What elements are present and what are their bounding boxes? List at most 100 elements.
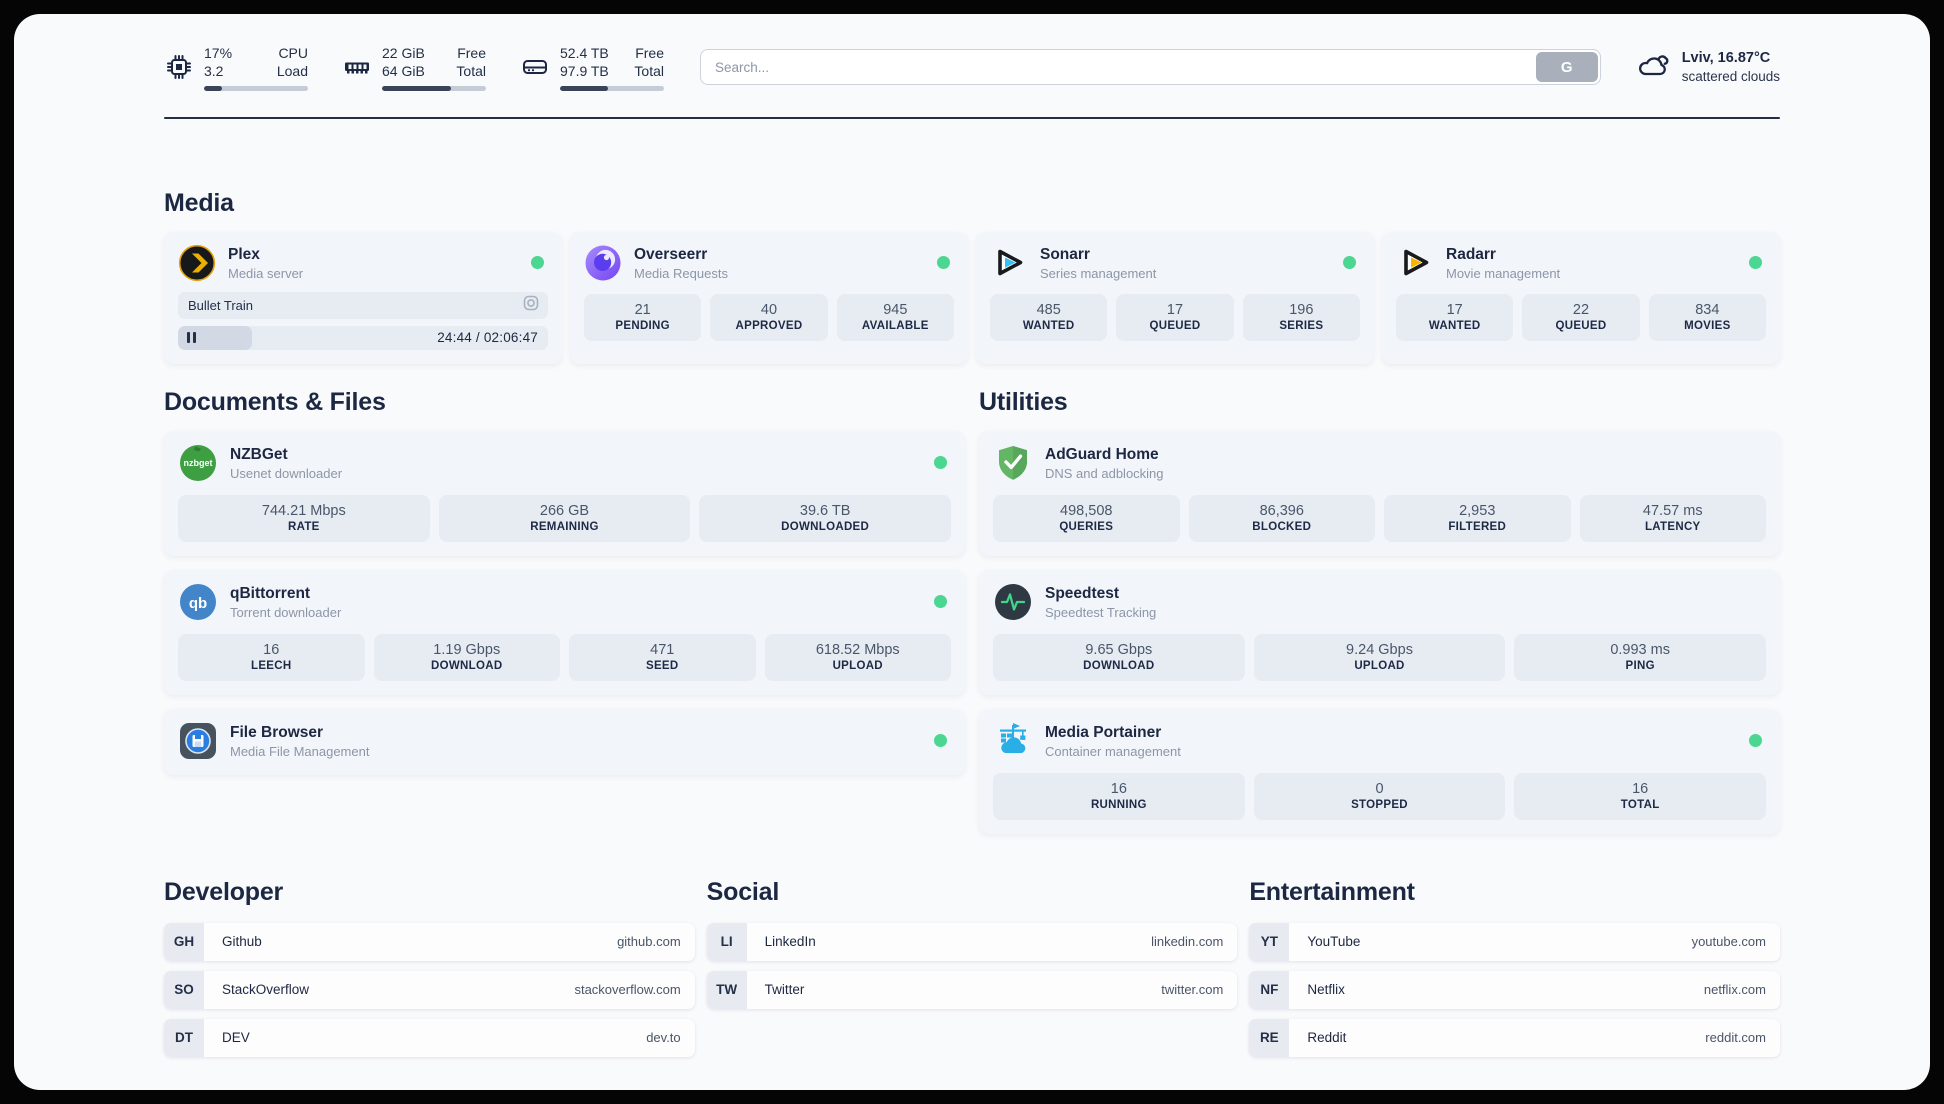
dashboard-panel: 17% 3.2 CPU Load 22 GiB 64 GiB Free Tota… (14, 14, 1930, 1090)
bookmark-name: Netflix (1307, 982, 1345, 998)
app-title: Radarr (1446, 246, 1496, 264)
app-card-qbittorrent[interactable]: qb qBittorrent Torrent downloader 16 LEEC… (164, 569, 965, 695)
bookmark-name: Twitter (764, 982, 805, 998)
stat-filtered: 2,953 FILTERED (1384, 494, 1571, 542)
bookmark-url: twitter.com (1161, 982, 1224, 998)
app-card-speedtest[interactable]: Speedtest Speedtest Tracking 9.65 Gbps DO… (979, 569, 1780, 695)
stat-wanted: 17 WANTED (1396, 293, 1514, 341)
bookmark-name: LinkedIn (764, 934, 816, 950)
stat-queued: 22 QUEUED (1522, 293, 1640, 341)
cpu-icon (164, 52, 194, 82)
bookmark-initials: NF (1249, 970, 1290, 1009)
search-bar: G (700, 49, 1601, 86)
now-playing-title: Bullet Train (188, 297, 254, 313)
portainer-icon (993, 721, 1033, 761)
cpu-stat: 17% 3.2 CPU Load (164, 44, 308, 91)
disk-free-value: 52.4 TB (560, 45, 609, 61)
app-subtitle: Speedtest Tracking (1045, 604, 1157, 620)
status-dot (934, 734, 947, 748)
section-title-documents: Documents & Files (164, 387, 386, 416)
app-card-portainer[interactable]: Media Portainer Container management 16 R… (979, 708, 1780, 834)
bookmark-initials: RE (1249, 1018, 1290, 1057)
app-subtitle: Media server (228, 265, 304, 281)
playback-progress-bar[interactable]: 24:44 / 02:06:47 (178, 325, 548, 350)
stat-leech: 16 LEECH (178, 633, 365, 681)
bookmark-initials: GH (164, 922, 204, 961)
app-card-adguard[interactable]: AdGuard Home DNS and adblocking 498,508 Q… (979, 430, 1780, 556)
search-input[interactable] (700, 49, 1601, 86)
now-playing-session-icon[interactable] (523, 295, 539, 316)
stat-queries: 498,508 QUERIES (993, 494, 1180, 542)
bookmark-name: YouTube (1307, 934, 1361, 950)
memory-icon (342, 52, 372, 82)
app-title: NZBGet (230, 446, 288, 464)
stat-pending: 21 PENDING (584, 293, 702, 341)
app-subtitle: Media File Management (230, 743, 370, 759)
bookmark-url: reddit.com (1705, 1030, 1766, 1046)
app-card-radarr[interactable]: Radarr Movie management 17 WANTED 22 QUEUE… (1382, 231, 1780, 364)
bookmark-linkedin[interactable]: LI LinkedIn linkedin.com (706, 922, 1238, 961)
scattered-clouds-icon (1635, 48, 1671, 87)
overseerr-icon (584, 244, 622, 282)
app-subtitle: Series management (1040, 265, 1157, 281)
bookmark-github[interactable]: GH Github github.com (164, 922, 695, 961)
bookmark-initials: DT (164, 1018, 204, 1057)
disk-icon (520, 52, 550, 82)
app-card-nzbget[interactable]: nzbget NZBGet Usenet downloader 744.21 M… (164, 430, 965, 556)
section-entertainment: Entertainment YT YouTube youtube.com NF … (1249, 878, 1780, 1067)
section-developer: Developer GH Github github.com SO StackO… (164, 878, 695, 1067)
stat-wanted: 485 WANTED (990, 293, 1108, 341)
stat-approved: 40 APPROVED (710, 293, 828, 341)
app-title: qBittorrent (230, 585, 311, 603)
section-title-entertainment: Entertainment (1249, 877, 1415, 906)
bookmark-reddit[interactable]: RE Reddit reddit.com (1249, 1018, 1780, 1057)
section-title-social: Social (706, 877, 780, 906)
bookmark-youtube[interactable]: YT YouTube youtube.com (1249, 922, 1780, 961)
stat-downloaded: 39.6 TB DOWNLOADED (699, 494, 951, 542)
bookmark-name: Reddit (1307, 1030, 1347, 1046)
app-subtitle: Movie management (1446, 265, 1561, 281)
bookmark-dev[interactable]: DT DEV dev.to (164, 1018, 695, 1057)
radarr-icon (1396, 244, 1434, 282)
svg-text:nzbget: nzbget (184, 458, 213, 468)
bookmark-netflix[interactable]: NF Netflix netflix.com (1249, 970, 1780, 1009)
weather-widget: Lviv, 16.87°C scattered clouds (1635, 48, 1780, 87)
header-divider (164, 116, 1780, 119)
bookmark-url: youtube.com (1691, 934, 1766, 950)
section-title-utilities: Utilities (979, 387, 1068, 416)
header: 17% 3.2 CPU Load 22 GiB 64 GiB Free Tota… (164, 44, 1780, 91)
section-documents-files: Documents & Files nzbget NZBGet Usenet d… (164, 388, 965, 775)
search-engine-button[interactable]: G (1535, 52, 1598, 83)
adguard-icon (993, 443, 1033, 483)
memory-free-value: 22 GiB (382, 45, 425, 61)
app-subtitle: Usenet downloader (230, 465, 343, 481)
cpu-usage-value: 17% (204, 45, 233, 61)
bookmark-twitter[interactable]: TW Twitter twitter.com (706, 970, 1238, 1009)
status-dot (1343, 256, 1356, 270)
disk-progress-bar (560, 85, 664, 91)
speedtest-icon (993, 582, 1033, 622)
stat-rate: 744.21 Mbps RATE (178, 494, 430, 542)
bookmark-name: DEV (222, 1030, 250, 1046)
stat-queued: 17 QUEUED (1116, 293, 1234, 341)
sonarr-icon (990, 244, 1028, 282)
plex-icon (178, 244, 216, 282)
app-subtitle: Torrent downloader (230, 604, 342, 620)
app-card-overseerr[interactable]: Overseerr Media Requests 21 PENDING 40 APP… (570, 231, 968, 364)
pause-icon[interactable] (187, 332, 196, 344)
section-title-developer: Developer (164, 877, 284, 906)
memory-total-label: Total (456, 63, 486, 80)
app-card-sonarr[interactable]: Sonarr Series management 485 WANTED 17 QUE… (976, 231, 1374, 364)
app-subtitle: Container management (1045, 743, 1181, 759)
now-playing-row[interactable]: Bullet Train (178, 291, 548, 319)
stat-remaining: 266 GB REMAINING (438, 494, 691, 542)
status-dot (1749, 734, 1762, 748)
stat-seed: 471 SEED (569, 633, 756, 681)
stat-latency: 47.57 ms LATENCY (1579, 494, 1766, 542)
bookmark-initials: TW (706, 970, 747, 1009)
app-card-plex[interactable]: Plex Media server Bullet Train 24:44 / 0… (164, 231, 562, 364)
stat-download: 9.65 Gbps DOWNLOAD (993, 633, 1245, 681)
stat-available: 945 AVAILABLE (836, 293, 954, 341)
app-card-filebrowser[interactable]: File Browser Media File Management (164, 708, 965, 775)
bookmark-stackoverflow[interactable]: SO StackOverflow stackoverflow.com (164, 970, 695, 1009)
